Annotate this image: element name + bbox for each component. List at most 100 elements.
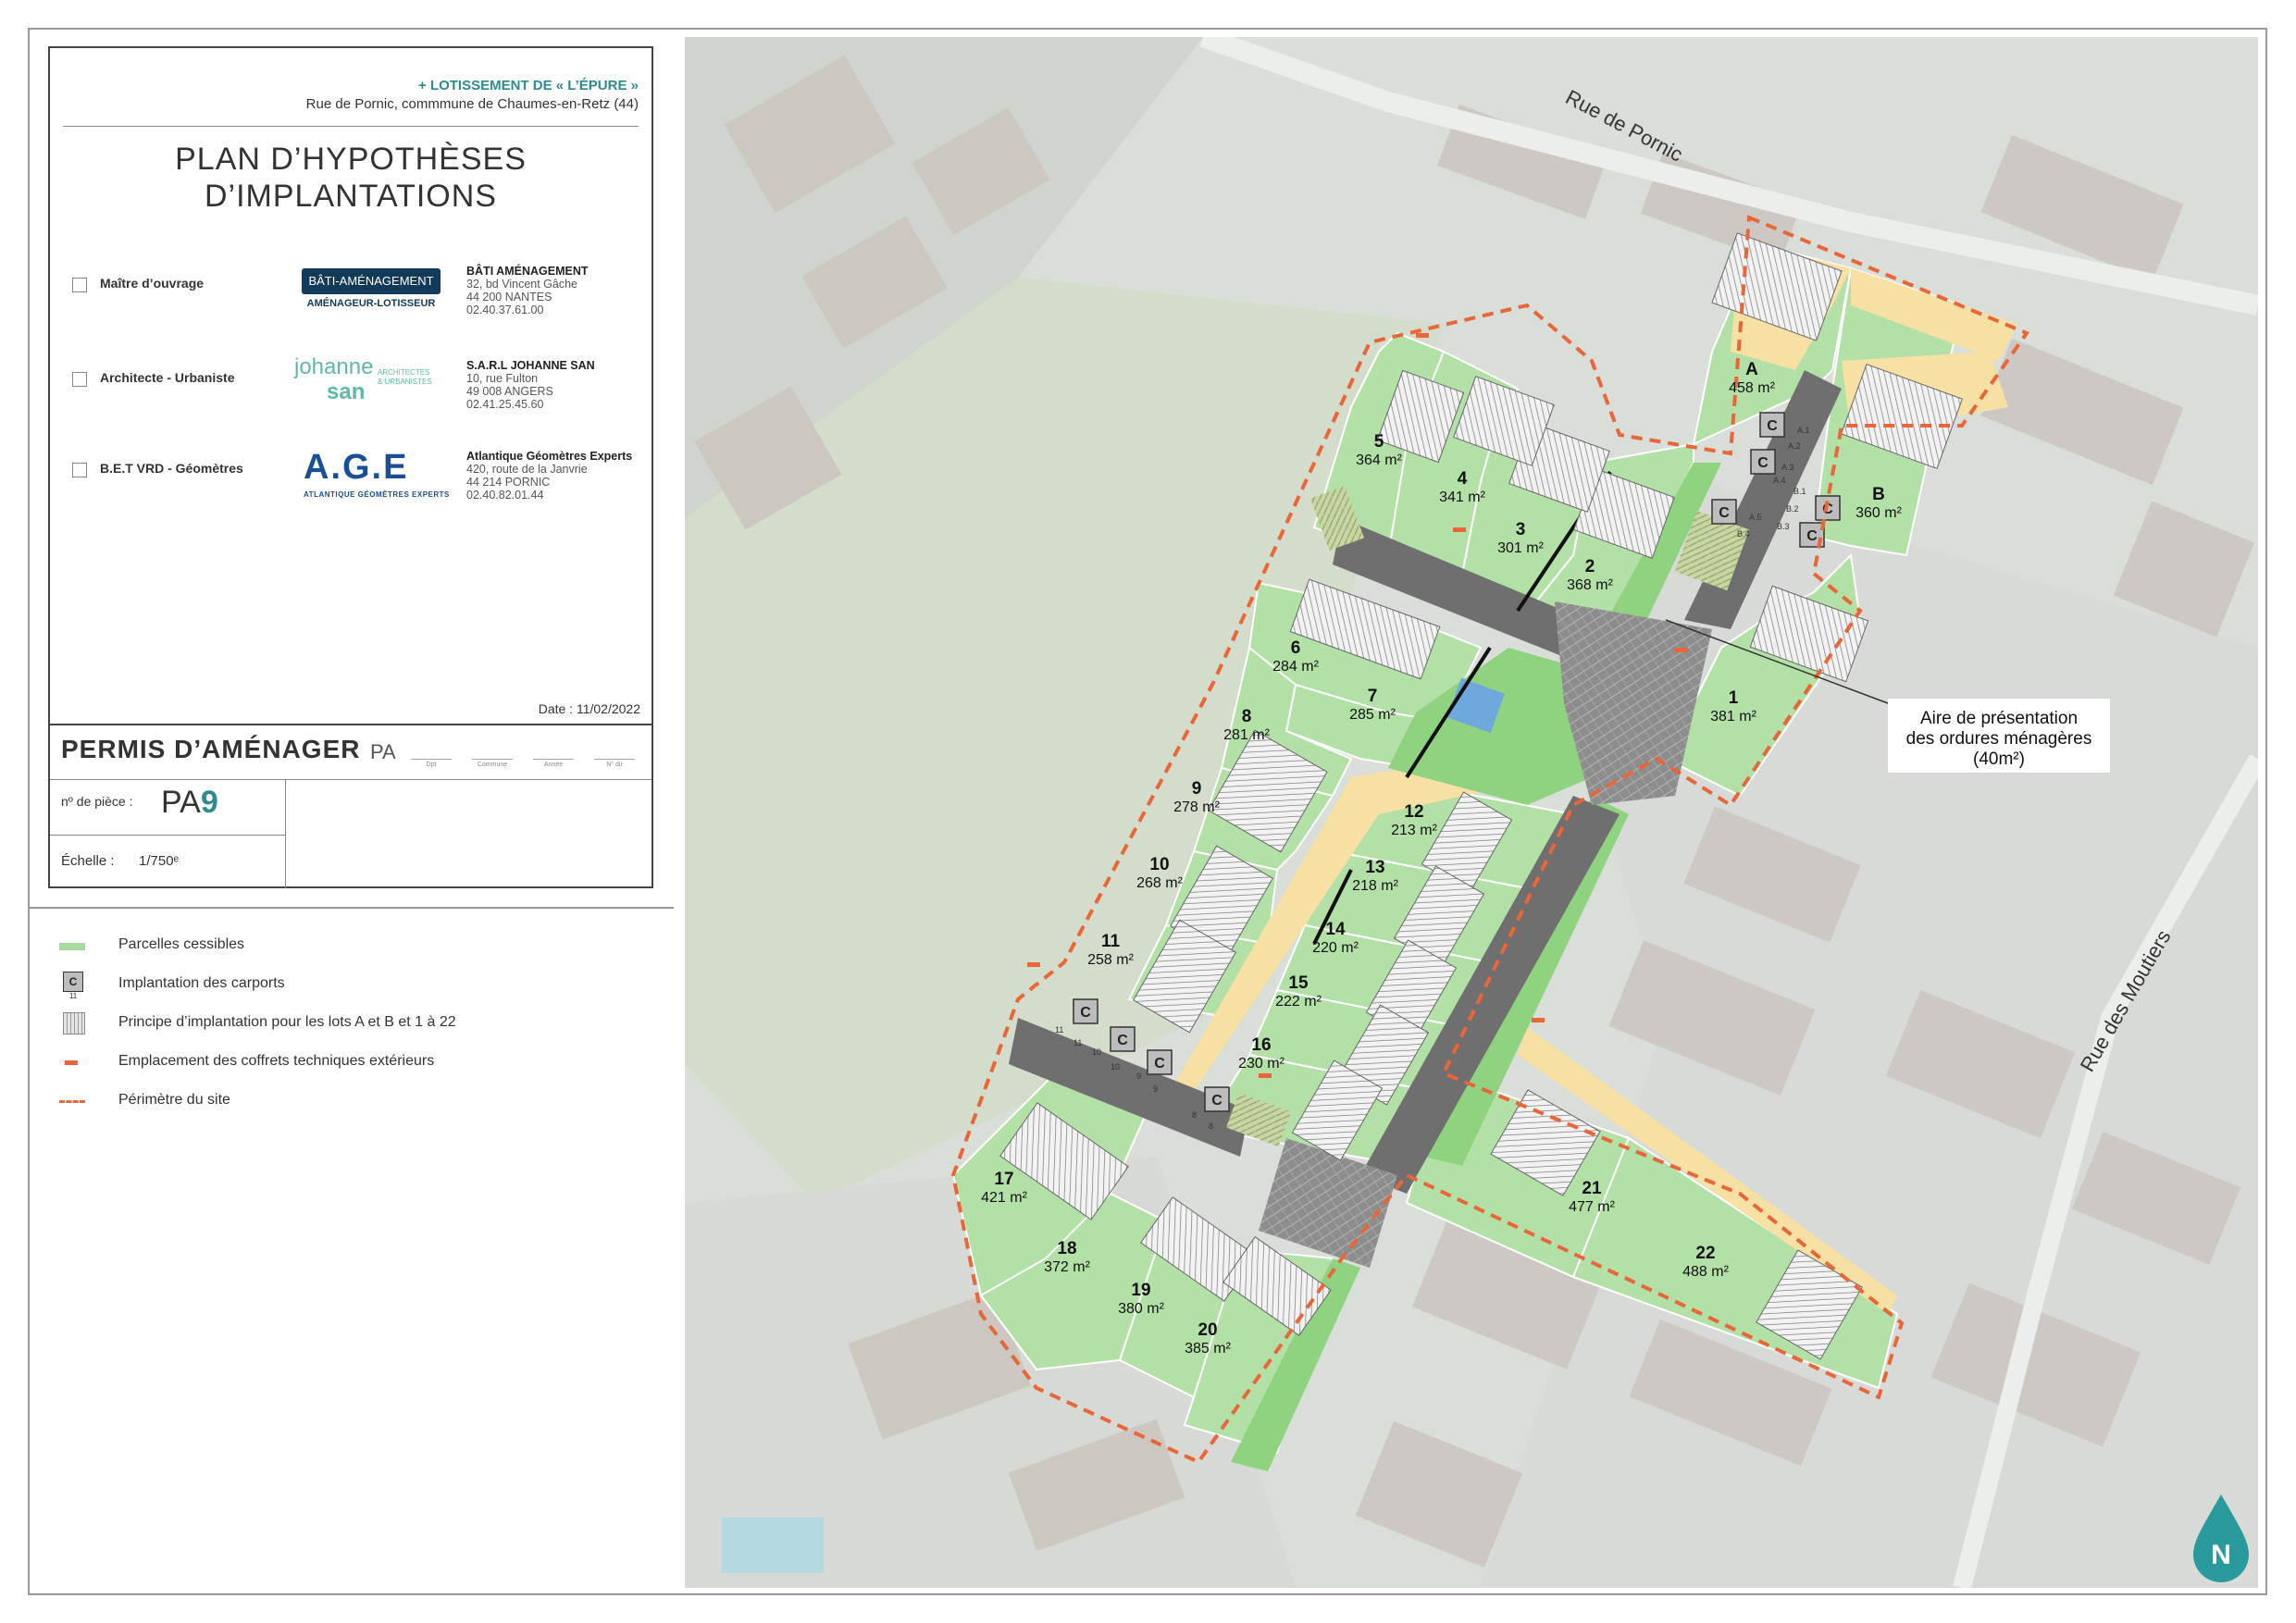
hatch-box-icon <box>63 1012 85 1035</box>
divider <box>50 779 652 780</box>
svg-text:C: C <box>1211 1093 1222 1109</box>
age-logo-sub: ATLANTIQUE GÉOMÈTRES EXPERTS <box>304 490 450 499</box>
lot-area-16: 230 m² <box>1238 1056 1285 1072</box>
lot-number-7: 7 <box>1368 687 1378 706</box>
carport-box-icon: C <box>63 972 83 992</box>
actor-role: Maître d’ouvrage <box>100 276 205 291</box>
echelle-value: 1/750ᵉ <box>139 853 180 869</box>
checkbox[interactable] <box>72 463 87 477</box>
project-name: + LOTISSEMENT DE « L’ÉPURE » <box>418 78 639 93</box>
lot-number-10: 10 <box>1149 855 1169 874</box>
svg-text:B.1: B.1 <box>1793 487 1806 496</box>
lot-area-8: 281 m² <box>1223 727 1270 743</box>
lot-area-12: 213 m² <box>1391 823 1437 838</box>
bati-amenagement-logo-sub: AMÉNAGEUR-LOTISSEUR <box>306 298 436 309</box>
svg-text:B.3: B.3 <box>1777 522 1790 531</box>
svg-text:A.1: A.1 <box>1797 426 1810 435</box>
svg-text:8: 8 <box>1209 1121 1213 1131</box>
svg-text:A.5: A.5 <box>1749 513 1762 522</box>
bati-amenagement-logo: BÂTI-AMÉNAGEMENT <box>302 268 441 294</box>
lot-area-7: 285 m² <box>1349 707 1396 723</box>
checkbox[interactable] <box>72 372 87 387</box>
svg-text:11: 11 <box>1074 1038 1082 1047</box>
lot-area-1: 381 m² <box>1710 709 1756 725</box>
svg-text:8: 8 <box>1192 1110 1197 1120</box>
svg-text:C: C <box>1117 1033 1128 1048</box>
svg-text:10: 10 <box>1111 1062 1120 1072</box>
age-logo: A.G.E <box>304 448 409 487</box>
code-dpt: Dpt <box>411 748 452 768</box>
svg-text:B.2: B.2 <box>1786 504 1799 514</box>
lot-number-6: 6 <box>1291 638 1301 658</box>
actor-role: Architecte - Urbaniste <box>100 370 235 385</box>
lot-number-5: 5 <box>1374 432 1384 452</box>
lot-area-4: 341 m² <box>1439 489 1485 505</box>
lot-number-3: 3 <box>1516 520 1526 539</box>
lot-number-1: 1 <box>1729 688 1739 708</box>
lot-number-B: B <box>1872 485 1885 504</box>
lot-area-2: 368 m² <box>1567 577 1613 593</box>
svg-text:C: C <box>1767 418 1778 434</box>
lot-area-13: 218 m² <box>1352 878 1398 894</box>
lot-area-21: 477 m² <box>1569 1199 1615 1215</box>
legend-divider <box>28 907 674 909</box>
code-ndir: N° dir <box>594 748 635 768</box>
plan-title: PLAN D’HYPOTHÈSES D’IMPLANTATIONS <box>175 142 527 214</box>
svg-text:10: 10 <box>1092 1047 1101 1057</box>
lot-number-21: 21 <box>1582 1179 1602 1198</box>
title-block: + LOTISSEMENT DE « L’ÉPURE » Rue de Porn… <box>48 46 653 888</box>
lot-number-8: 8 <box>1242 707 1252 726</box>
site-map: C C C C C C C C C A.1 A.2 A.3 A.4 A.5 B.… <box>685 37 2258 1588</box>
svg-text:C: C <box>1806 528 1818 544</box>
lot-area-11: 258 m² <box>1087 952 1134 968</box>
code-annee: Année <box>533 748 574 768</box>
permis-pa: PA <box>370 740 396 763</box>
annotation-line2: des ordures ménagères <box>1906 729 2092 749</box>
piece-label: nº de pièce : <box>61 794 133 809</box>
svg-text:A.3: A.3 <box>1781 463 1794 472</box>
lot-area-18: 372 m² <box>1044 1259 1090 1275</box>
lot-area-20: 385 m² <box>1185 1341 1231 1357</box>
lot-number-12: 12 <box>1404 802 1423 822</box>
lot-area-10: 268 m² <box>1136 875 1183 891</box>
svg-text:C: C <box>1154 1056 1165 1072</box>
annotation-line1: Aire de présentation <box>1920 709 2078 728</box>
johanne-san-logo: johanne <box>294 354 374 379</box>
actor-address: Atlantique Géomètres Experts 420, route … <box>466 450 633 502</box>
lot-area-17: 421 m² <box>981 1190 1027 1206</box>
carport-box-number: 11 <box>68 992 78 1000</box>
actor-row-maitre-ouvrage: Maître d’ouvrage BÂTI-AMÉNAGEMENT AMÉNAG… <box>72 250 639 324</box>
svg-text:A.4: A.4 <box>1773 476 1786 485</box>
lot-number-15: 15 <box>1288 973 1309 993</box>
lot-number-20: 20 <box>1198 1320 1217 1340</box>
north-label: N <box>2211 1540 2231 1570</box>
orange-dash-icon <box>65 1060 78 1065</box>
actor-row-architecte: Architecte - Urbaniste johanne san ARCHI… <box>72 344 639 418</box>
annotation-line3: (40m²) <box>1973 750 2025 769</box>
lot-area-5: 364 m² <box>1356 452 1402 468</box>
code-commune: Commune <box>472 748 513 768</box>
lot-number-17: 17 <box>994 1170 1013 1189</box>
lot-area-9: 278 m² <box>1173 799 1220 815</box>
lot-number-2: 2 <box>1585 557 1595 576</box>
lot-number-4: 4 <box>1458 469 1468 489</box>
actor-row-bet-vrd: B.E.T VRD - Géomètres A.G.E ATLANTIQUE G… <box>72 435 639 509</box>
lot-number-A: A <box>1745 360 1758 379</box>
lot-area-A: 458 m² <box>1729 380 1775 396</box>
checkbox[interactable] <box>72 278 87 292</box>
permis-title: PERMIS D’AMÉNAGER <box>61 735 361 763</box>
actor-address: S.A.R.L JOHANNE SAN 10, rue Fulton 49 00… <box>466 359 595 411</box>
map-svg: C C C C C C C C C A.1 A.2 A.3 A.4 A.5 B.… <box>685 37 2258 1588</box>
lot-number-9: 9 <box>1192 779 1202 799</box>
divider <box>50 835 285 836</box>
svg-text:C: C <box>1080 1005 1091 1021</box>
divider <box>50 724 652 725</box>
lot-number-14: 14 <box>1325 920 1346 939</box>
svg-text:B.4: B.4 <box>1737 529 1750 539</box>
johanne-san-logo-sub: ARCHITECTES & URBANISTES <box>378 368 432 386</box>
lot-area-6: 284 m² <box>1272 659 1319 675</box>
svg-text:A.2: A.2 <box>1788 441 1801 451</box>
lot-number-22: 22 <box>1695 1244 1715 1263</box>
date: Date : 11/02/2022 <box>538 701 640 716</box>
lot-number-13: 13 <box>1365 858 1384 877</box>
